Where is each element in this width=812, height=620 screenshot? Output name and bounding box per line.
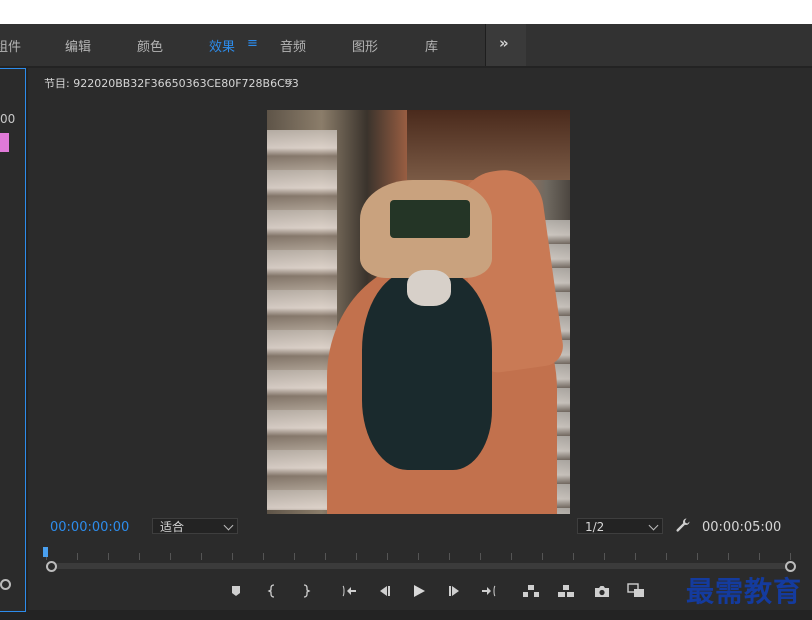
ruler-tick [604, 553, 605, 560]
ruler-tick [511, 553, 512, 560]
workspace-tab-effects[interactable]: 效果 [209, 36, 235, 55]
chevron-down-icon [223, 520, 234, 531]
time-ruler[interactable] [46, 547, 791, 561]
ruler-tick [356, 553, 357, 560]
ruler-tick [635, 553, 636, 560]
workspace-tab-color[interactable]: 颜色 [137, 36, 163, 55]
ruler-tick [294, 553, 295, 560]
clip-marker [0, 133, 9, 152]
video-preview [267, 110, 570, 514]
workspace-tab-graphics[interactable]: 图形 [352, 36, 378, 55]
ruler-tick [790, 553, 791, 560]
lift-button[interactable] [522, 582, 540, 600]
title-area [0, 0, 812, 24]
source-playhead-knob[interactable] [0, 579, 11, 590]
store-ceiling [407, 110, 570, 180]
hat-band [390, 200, 470, 238]
workspace-bar: 组件 编辑 颜色 效果 ≡ 音频 图形 库 [0, 24, 812, 66]
ruler-tick [170, 553, 171, 560]
step-forward-button[interactable] [446, 582, 464, 600]
ruler-tick [449, 553, 450, 560]
ruler-tick [542, 553, 543, 560]
ruler-tick [728, 553, 729, 560]
mark-in-button[interactable] [264, 582, 282, 600]
go-to-out-button[interactable] [479, 582, 497, 600]
mark-out-button[interactable] [296, 582, 314, 600]
workspace-tab-libraries[interactable]: 库 [425, 36, 438, 55]
scrollbar-start-handle[interactable] [46, 561, 57, 572]
ruler-tick [666, 553, 667, 560]
ruler-tick [263, 553, 264, 560]
more-workspaces-icon[interactable]: » [499, 34, 509, 52]
settings-wrench-icon[interactable] [675, 517, 691, 533]
chevron-down-icon [648, 520, 659, 531]
source-timecode: 00 [0, 112, 16, 126]
workspace-tab-editing[interactable]: 编辑 [65, 36, 91, 55]
current-time[interactable]: 00:00:00:00 [50, 520, 129, 535]
extract-button[interactable] [557, 582, 575, 600]
ruler-tick [232, 553, 233, 560]
ruler-tick [573, 553, 574, 560]
zoom-scrollbar[interactable] [50, 563, 790, 569]
ruler-tick [77, 553, 78, 560]
face-mask [407, 270, 451, 306]
workspace-tab-assembly[interactable]: 组件 [0, 36, 21, 55]
camera-icon[interactable] [593, 582, 611, 600]
play-button[interactable] [410, 582, 428, 600]
watermark-logo: 最需教育 [686, 575, 803, 608]
workspace-menu-icon[interactable]: ≡ [247, 36, 258, 51]
zoom-select[interactable]: 适合 [152, 518, 238, 534]
ruler-tick [759, 553, 760, 560]
ruler-tick [387, 553, 388, 560]
ruler-tick [480, 553, 481, 560]
ruler-tick [325, 553, 326, 560]
panel-menu-icon[interactable]: ≡ [284, 75, 293, 88]
ruler-tick [201, 553, 202, 560]
workspace-tab-audio[interactable]: 音频 [280, 36, 306, 55]
step-back-button[interactable] [375, 582, 393, 600]
playhead[interactable] [43, 547, 48, 557]
add-marker-button[interactable] [227, 582, 245, 600]
ruler-tick [418, 553, 419, 560]
panel-title[interactable]: 节目: 922020BB32F36650363CE80F728B6C93 [44, 75, 299, 91]
ruler-tick [139, 553, 140, 560]
go-to-in-button[interactable] [341, 582, 359, 600]
comparison-view-icon[interactable] [627, 582, 645, 600]
ruler-tick [697, 553, 698, 560]
resolution-select[interactable]: 1/2 [577, 518, 663, 534]
resolution-select-value: 1/2 [585, 520, 605, 534]
duration: 00:00:05:00 [702, 520, 782, 535]
ruler-tick [108, 553, 109, 560]
zoom-select-value: 适合 [160, 520, 185, 534]
